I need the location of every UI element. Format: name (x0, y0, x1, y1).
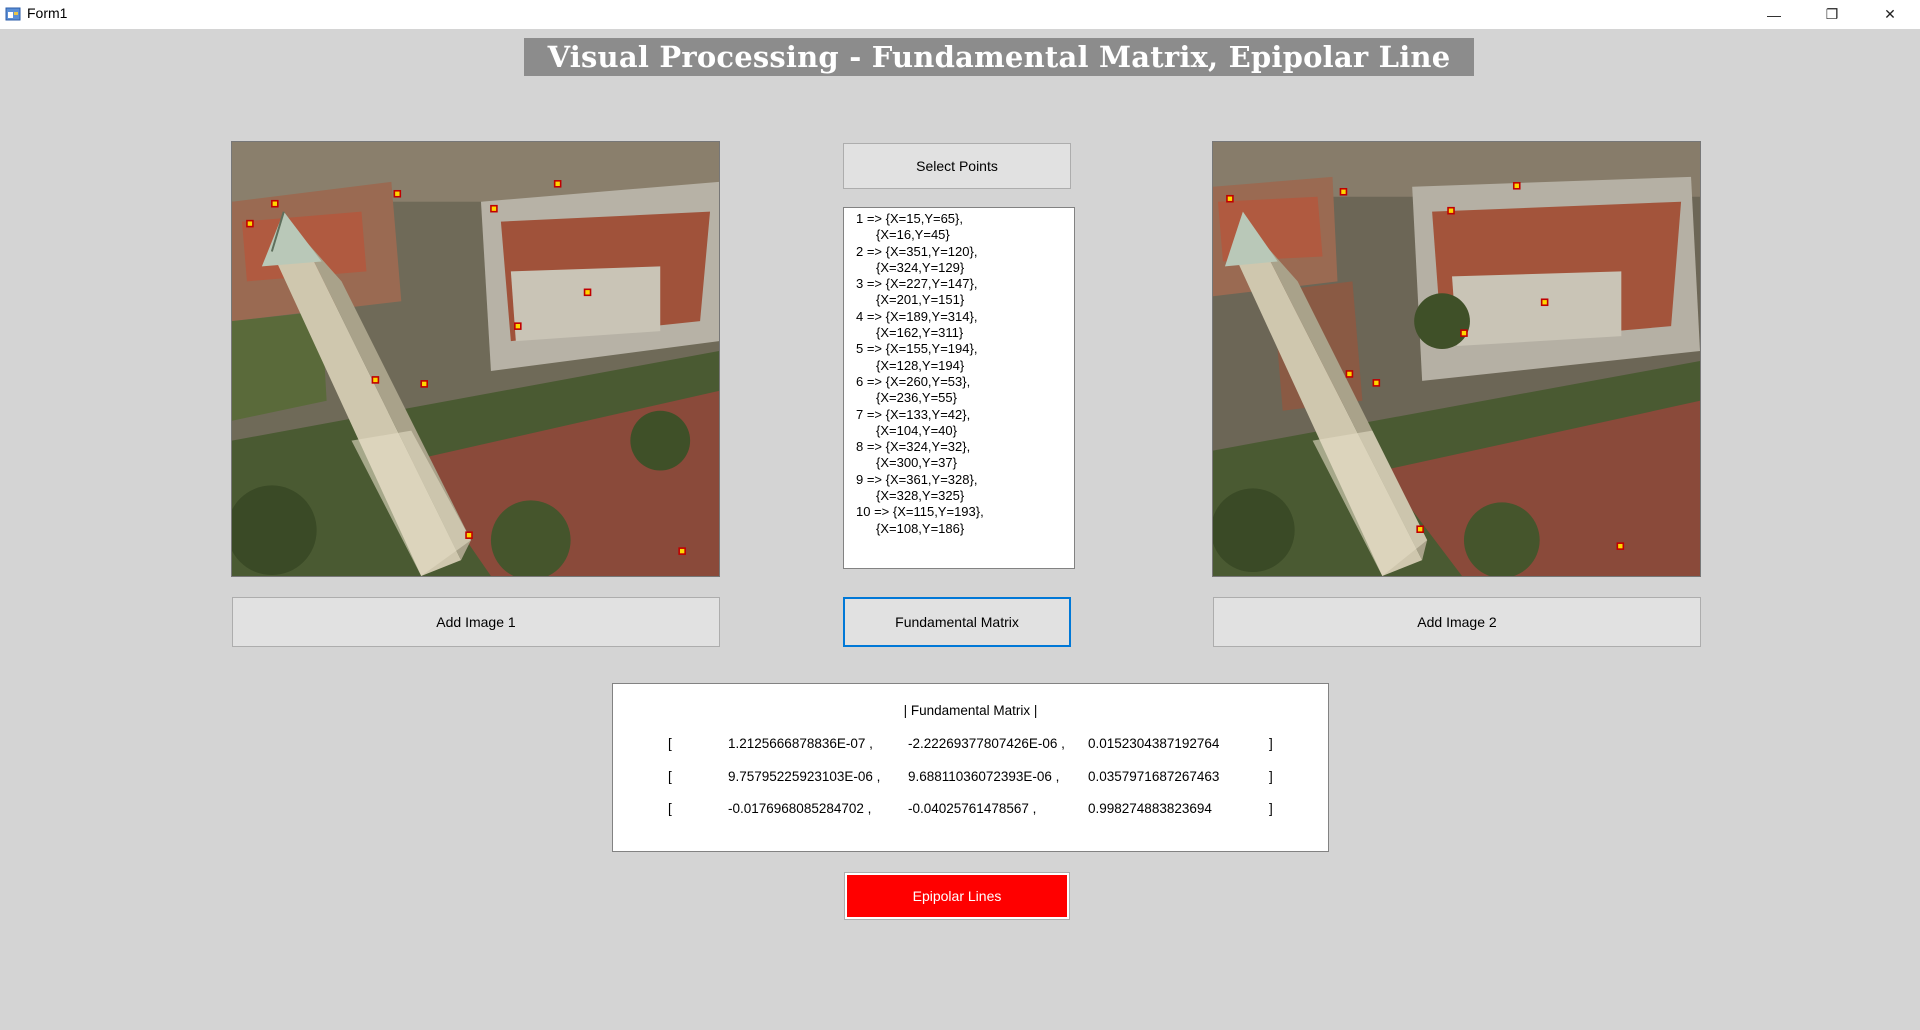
select-points-button[interactable]: Select Points (843, 143, 1071, 189)
matrix-cell: 1.2125666878836E-07 , (728, 736, 873, 751)
matrix-open-bracket: [ (668, 736, 672, 751)
app-icon (5, 7, 21, 21)
list-item[interactable]: 1 => {X=15,Y=65}, (856, 211, 1074, 227)
matrix-cell: 0.998274883823694 (1088, 801, 1212, 816)
epipolar-lines-button[interactable]: Epipolar Lines (844, 872, 1070, 920)
window-title: Form1 (27, 5, 68, 21)
list-item[interactable]: 4 => {X=189,Y=314}, (856, 309, 1074, 325)
matrix-row: [ 9.75795225923103E-06 , 9.6881103607239… (613, 769, 1328, 787)
list-item[interactable]: 9 => {X=361,Y=328}, (856, 472, 1074, 488)
list-item-sub: {X=104,Y=40} (876, 422, 957, 438)
page-title: Visual Processing - Fundamental Matrix, … (524, 38, 1474, 76)
list-item[interactable]: 2 => {X=351,Y=120}, (856, 244, 1074, 260)
list-item[interactable]: 10 => {X=115,Y=193}, (856, 504, 1074, 520)
maximize-button[interactable]: ❐ (1803, 0, 1861, 29)
matrix-row: [ 1.2125666878836E-07 , -2.2226937780742… (613, 736, 1328, 754)
close-button[interactable]: ✕ (1861, 0, 1919, 29)
matrix-cell: 9.75795225923103E-06 , (728, 769, 881, 784)
matrix-close-bracket: ] (1269, 801, 1273, 816)
points-listbox[interactable]: 1 => {X=15,Y=65}, {X=16,Y=45} 2 => {X=351,… (843, 207, 1075, 569)
matrix-cell: 9.68811036072393E-06 , (908, 769, 1060, 784)
list-item-sub: {X=16,Y=45} (876, 227, 950, 243)
matrix-open-bracket: [ (668, 769, 672, 784)
list-item-sub: {X=300,Y=37} (876, 455, 957, 471)
matrix-close-bracket: ] (1269, 769, 1273, 784)
list-item[interactable]: 8 => {X=324,Y=32}, (856, 439, 1074, 455)
list-item-sub: {X=328,Y=325} (876, 488, 965, 504)
minimize-button[interactable]: — (1745, 0, 1803, 29)
matrix-close-bracket: ] (1269, 736, 1273, 751)
list-item-sub: {X=128,Y=194} (876, 357, 965, 373)
matrix-cell: -0.0176968085284702 , (728, 801, 872, 816)
matrix-cell: 0.0152304387192764 (1088, 736, 1220, 751)
add-image-2-button[interactable]: Add Image 2 (1213, 597, 1701, 647)
points-list: 1 => {X=15,Y=65}, {X=16,Y=45} 2 => {X=351,… (856, 211, 1074, 537)
window-title-bar: Form1 — ❐ ✕ (0, 0, 1920, 29)
image-2-view[interactable] (1212, 141, 1701, 577)
list-item-sub: {X=324,Y=129} (876, 259, 965, 275)
list-item-sub: {X=201,Y=151} (876, 292, 965, 308)
matrix-cell: 0.0357971687267463 (1088, 769, 1220, 784)
list-item[interactable]: 6 => {X=260,Y=53}, (856, 374, 1074, 390)
add-image-1-button[interactable]: Add Image 1 (232, 597, 720, 647)
list-item[interactable]: 3 => {X=227,Y=147}, (856, 276, 1074, 292)
image-1-photo (232, 142, 719, 576)
list-item-sub: {X=162,Y=311} (876, 325, 964, 341)
matrix-row: [ -0.0176968085284702 , -0.0402576147856… (613, 801, 1328, 819)
list-item[interactable]: 5 => {X=155,Y=194}, (856, 341, 1074, 357)
matrix-title: | Fundamental Matrix | (903, 703, 1038, 718)
matrix-open-bracket: [ (668, 801, 672, 816)
list-item-sub: {X=236,Y=55} (876, 390, 957, 406)
list-item-sub: {X=108,Y=186} (876, 520, 965, 536)
image-1-view[interactable] (231, 141, 720, 577)
fundamental-matrix-button[interactable]: Fundamental Matrix (843, 597, 1071, 647)
fundamental-matrix-panel: | Fundamental Matrix | [ 1.2125666878836… (612, 683, 1329, 852)
matrix-cell: -0.04025761478567 , (908, 801, 1037, 816)
list-item[interactable]: 7 => {X=133,Y=42}, (856, 407, 1074, 423)
image-2-photo (1213, 142, 1700, 576)
matrix-cell: -2.22269377807426E-06 , (908, 736, 1065, 751)
